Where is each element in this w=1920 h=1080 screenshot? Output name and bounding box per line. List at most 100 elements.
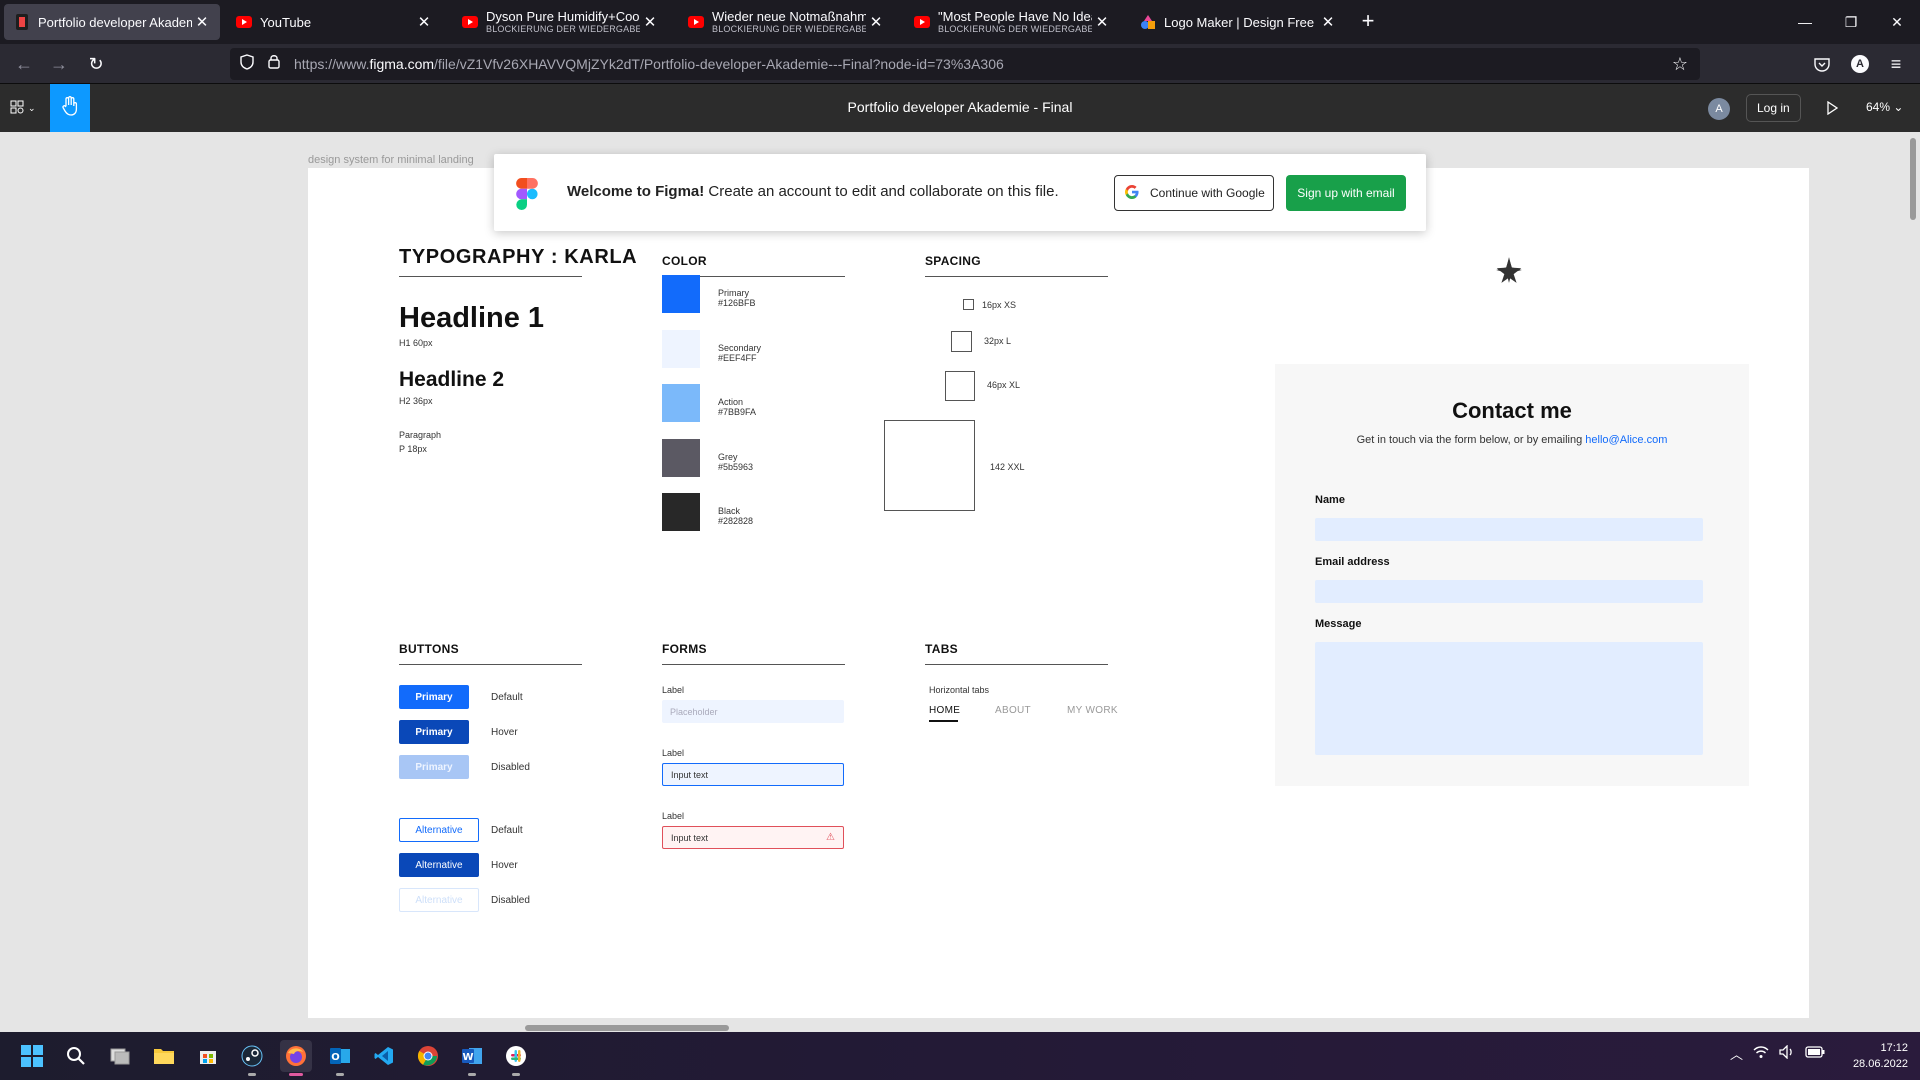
divider xyxy=(925,664,1108,665)
tab-youtube[interactable]: YouTube ✕ xyxy=(226,4,442,40)
primary-button-default[interactable]: Primary xyxy=(399,685,469,709)
avatar[interactable]: A xyxy=(1708,98,1730,120)
color-swatch-primary xyxy=(662,275,700,313)
file-explorer-icon[interactable] xyxy=(148,1040,180,1072)
shield-icon[interactable] xyxy=(240,53,254,75)
vscode-icon[interactable] xyxy=(368,1040,400,1072)
steam-icon[interactable] xyxy=(236,1040,268,1076)
design-frame[interactable]: TYPOGRAPHY : KARLA Headline 1 H1 60px He… xyxy=(308,168,1809,1018)
continue-with-google-button[interactable]: Continue with Google xyxy=(1114,175,1274,211)
window-close-icon[interactable]: ✕ xyxy=(1883,8,1911,36)
slack-icon[interactable] xyxy=(500,1040,532,1076)
tab-youtube-dyson[interactable]: Dyson Pure Humidify+Cool nach BLOCKIERUN… xyxy=(452,4,668,40)
microsoft-store-icon[interactable] xyxy=(192,1040,224,1072)
minimize-icon[interactable]: — xyxy=(1791,8,1819,36)
close-icon[interactable]: ✕ xyxy=(866,12,886,32)
task-view-icon[interactable] xyxy=(104,1040,136,1072)
tab-figma-portfolio[interactable]: Portfolio developer Akademie - Final ✕ xyxy=(4,4,220,40)
windows-start-icon[interactable] xyxy=(16,1040,48,1072)
reload-icon[interactable]: ↻ xyxy=(82,50,110,78)
alternative-button-disabled[interactable]: Alternative xyxy=(399,888,479,912)
email-address-label: Email address xyxy=(1315,556,1390,568)
close-icon[interactable]: ✕ xyxy=(414,12,434,32)
name-label: Name xyxy=(1315,494,1345,506)
running-indicator xyxy=(336,1073,344,1076)
hamburger-menu-icon[interactable]: ≡ xyxy=(1882,50,1910,78)
figma-canvas[interactable]: design system for minimal landing TYPOGR… xyxy=(0,132,1920,1032)
star-icon xyxy=(1495,256,1523,289)
tab-youtube-most-people[interactable]: "Most People Have No Idea What BLOCKIERU… xyxy=(904,4,1120,40)
close-icon[interactable]: ✕ xyxy=(640,12,660,32)
state-label: Disabled xyxy=(491,762,530,773)
tab-youtube-notmassnahmen[interactable]: Wieder neue Notmaßnahmen! BLOCKIERUNG DE… xyxy=(678,4,894,40)
primary-button-disabled[interactable]: Primary xyxy=(399,755,469,779)
email-field[interactable] xyxy=(1315,580,1703,603)
chevron-up-icon[interactable]: ︿ xyxy=(1730,1044,1743,1063)
close-icon[interactable]: ✕ xyxy=(192,12,212,32)
back-icon[interactable]: ← xyxy=(10,50,38,78)
google-button-label: Continue with Google xyxy=(1150,186,1265,200)
battery-icon[interactable] xyxy=(1805,1046,1825,1061)
placeholder-input[interactable]: Placeholder xyxy=(662,700,844,723)
frame-label[interactable]: design system for minimal landing xyxy=(308,154,474,166)
sign-up-with-email-button[interactable]: Sign up with email xyxy=(1286,175,1406,211)
forward-icon[interactable]: → xyxy=(45,50,73,78)
url-text[interactable]: https://www.figma.com/file/vZ1Vfv26XHAVV… xyxy=(294,56,1004,72)
restore-icon[interactable]: ❐ xyxy=(1837,8,1865,36)
close-icon[interactable]: ✕ xyxy=(1092,12,1112,32)
wifi-icon[interactable] xyxy=(1753,1045,1769,1062)
welcome-message: Welcome to Figma! Create an account to e… xyxy=(567,183,1059,200)
tab-title: Logo Maker | Design Free Custom xyxy=(1164,14,1318,30)
contact-card: Contact me Get in touch via the form bel… xyxy=(1275,364,1749,786)
error-input[interactable]: Input text ⚠ xyxy=(662,826,844,849)
tab-subtitle: BLOCKIERUNG DER WIEDERGABE xyxy=(712,24,866,34)
filled-input[interactable]: Input text xyxy=(662,763,844,786)
lock-icon[interactable] xyxy=(268,54,280,74)
contact-email-link[interactable]: hello@Alice.com xyxy=(1585,434,1667,446)
alternative-button-default[interactable]: Alternative xyxy=(399,818,479,842)
outlook-icon[interactable]: O xyxy=(324,1040,356,1076)
tab-about[interactable]: ABOUT xyxy=(995,705,1031,716)
tab-subtitle: BLOCKIERUNG DER WIEDERGABE xyxy=(486,24,640,34)
tab-subtitle: BLOCKIERUNG DER WIEDERGABE xyxy=(938,24,1092,34)
color-swatch-label: Secondary #EEF4FF xyxy=(718,343,762,363)
url-bar[interactable]: https://www.figma.com/file/vZ1Vfv26XHAVV… xyxy=(230,48,1700,80)
typography-title: TYPOGRAPHY : KARLA xyxy=(399,246,638,268)
alternative-button-hover[interactable]: Alternative xyxy=(399,853,479,877)
word-icon[interactable]: W xyxy=(456,1040,488,1076)
clock[interactable]: 17:12 28.06.2022 xyxy=(1838,1040,1908,1072)
pocket-icon[interactable] xyxy=(1808,50,1836,78)
state-label: Disabled xyxy=(491,895,530,906)
present-play-icon[interactable] xyxy=(1822,98,1842,118)
headline-1-sample: Headline 1 xyxy=(399,302,545,334)
svg-text:W: W xyxy=(462,1052,473,1063)
vertical-scrollbar[interactable] xyxy=(1910,138,1916,220)
running-indicator xyxy=(289,1073,303,1076)
clock-date: 28.06.2022 xyxy=(1852,1058,1908,1070)
horizontal-scrollbar[interactable] xyxy=(525,1025,729,1031)
chrome-icon[interactable] xyxy=(412,1040,444,1072)
volume-icon[interactable] xyxy=(1779,1044,1795,1062)
tabs-subtitle: Horizontal tabs xyxy=(929,685,990,695)
account-icon[interactable]: A xyxy=(1846,50,1874,78)
divider xyxy=(399,276,582,277)
tab-home[interactable]: HOME xyxy=(929,705,960,716)
running-indicator xyxy=(248,1073,256,1076)
primary-button-hover[interactable]: Primary xyxy=(399,720,469,744)
login-button[interactable]: Log in xyxy=(1746,94,1801,122)
paragraph-sample: Paragraph xyxy=(399,430,442,440)
message-field[interactable] xyxy=(1315,642,1703,755)
tab-my-work[interactable]: MY WORK xyxy=(1067,705,1118,716)
firefox-icon[interactable] xyxy=(280,1040,312,1076)
name-field[interactable] xyxy=(1315,518,1703,541)
tab-logo-maker[interactable]: Logo Maker | Design Free Custom ✕ xyxy=(1130,4,1346,40)
file-title[interactable]: Portfolio developer Akademie - Final xyxy=(0,99,1920,115)
color-swatch-label: Grey #5b5963 xyxy=(718,452,754,472)
close-icon[interactable]: ✕ xyxy=(1318,12,1338,32)
windows-taskbar: O W ︿ 17:12 28.06.2022 xyxy=(0,1032,1920,1080)
youtube-icon xyxy=(236,14,252,30)
search-icon[interactable] xyxy=(60,1040,92,1072)
zoom-dropdown[interactable]: 64% ⌄ xyxy=(1866,100,1903,114)
bookmark-star-icon[interactable]: ☆ xyxy=(1672,54,1688,75)
new-tab-button[interactable]: + xyxy=(1356,10,1380,34)
